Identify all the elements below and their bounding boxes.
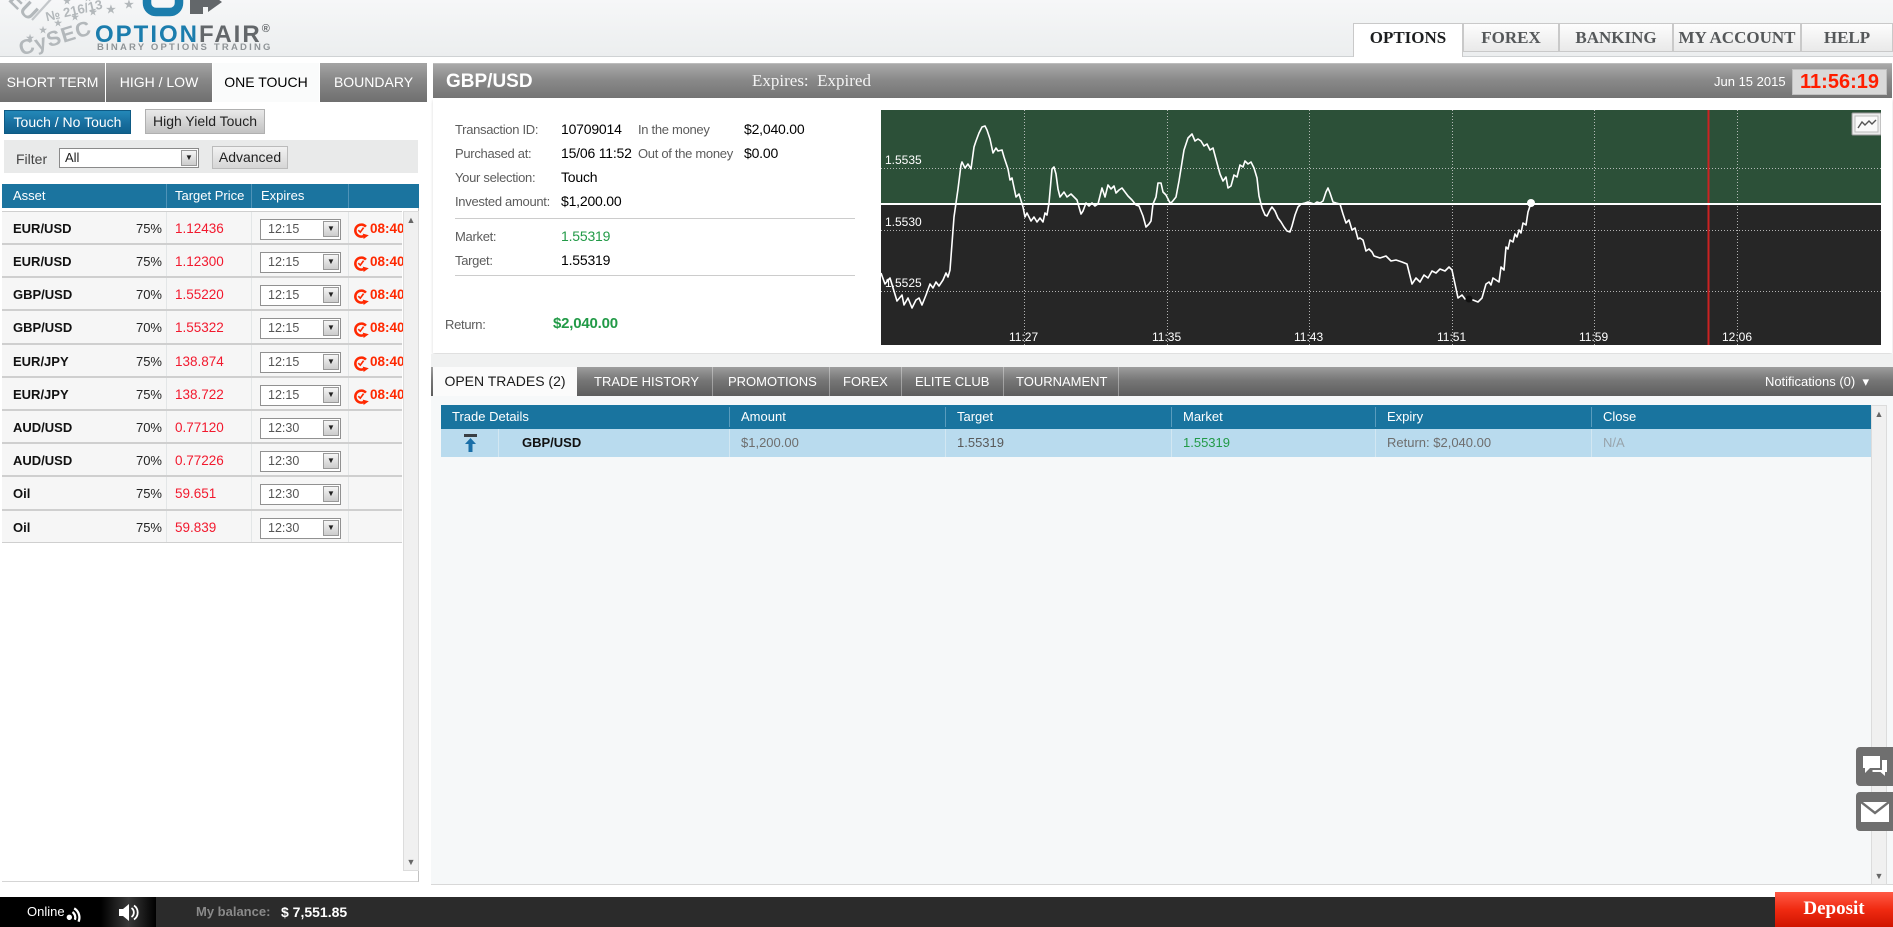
svg-text:1.5530: 1.5530	[885, 215, 922, 229]
svg-text:11:51: 11:51	[1437, 330, 1466, 344]
svg-text:11:35: 11:35	[1152, 330, 1181, 344]
svg-text:11:43: 11:43	[1294, 330, 1323, 344]
svg-text:1.5535: 1.5535	[885, 153, 922, 167]
svg-text:11:59: 11:59	[1579, 330, 1608, 344]
svg-text:11:27: 11:27	[1009, 330, 1038, 344]
svg-text:1.5525: 1.5525	[885, 276, 922, 290]
svg-text:12:06: 12:06	[1722, 330, 1752, 344]
